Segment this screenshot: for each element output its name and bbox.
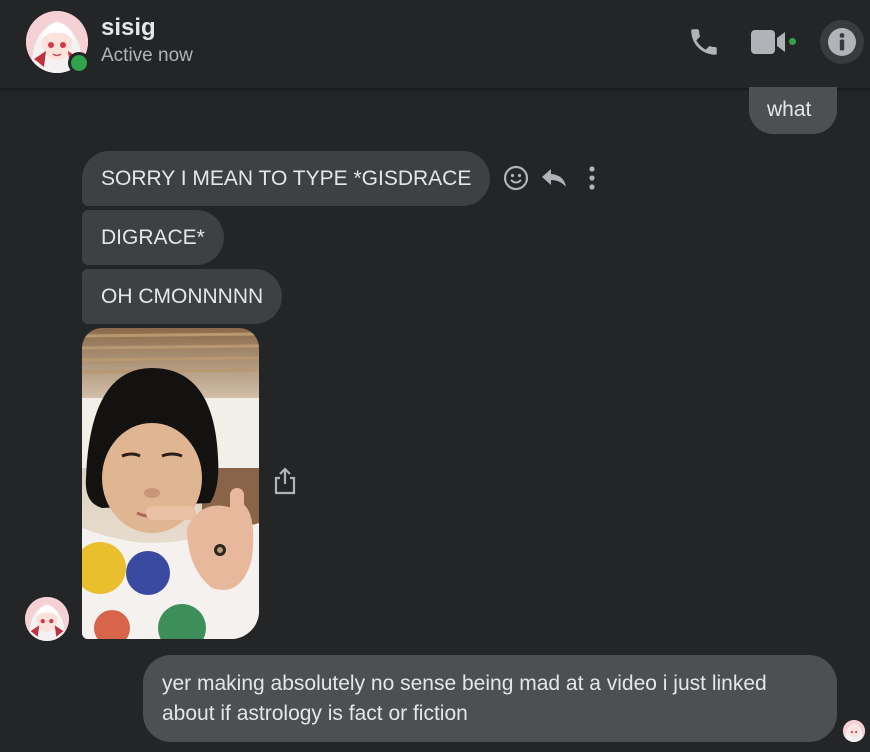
react-icon[interactable] (500, 162, 532, 194)
more-icon[interactable] (576, 162, 608, 194)
received-message-bubble[interactable]: SORRY I MEAN TO TYPE *GISDRACE (82, 151, 491, 206)
read-receipt-avatar (843, 720, 865, 742)
sent-message-bubble[interactable]: yer making absolutely no sense being mad… (143, 655, 837, 742)
info-icon[interactable] (820, 20, 864, 64)
contact-status: Active now (101, 45, 193, 66)
contact-name[interactable]: sisig (101, 14, 156, 42)
sender-avatar[interactable] (25, 597, 69, 641)
chat-header: sisig Active now (0, 0, 870, 89)
reply-icon[interactable] (538, 162, 570, 194)
video-active-dot (789, 38, 796, 45)
messenger-chat-window: sisig Active now what SORRY I MEAN TO TY… (0, 0, 870, 752)
sent-message-bubble[interactable]: what (749, 87, 837, 134)
share-icon[interactable] (270, 466, 300, 496)
received-photo[interactable] (82, 328, 259, 639)
received-message-bubble[interactable]: OH CMONNNNN (82, 269, 283, 324)
received-message-bubble[interactable]: DIGRACE* (82, 210, 224, 265)
message-actions (500, 162, 614, 194)
video-icon[interactable] (746, 20, 790, 64)
online-status-dot (68, 52, 90, 74)
phone-icon[interactable] (682, 20, 726, 64)
